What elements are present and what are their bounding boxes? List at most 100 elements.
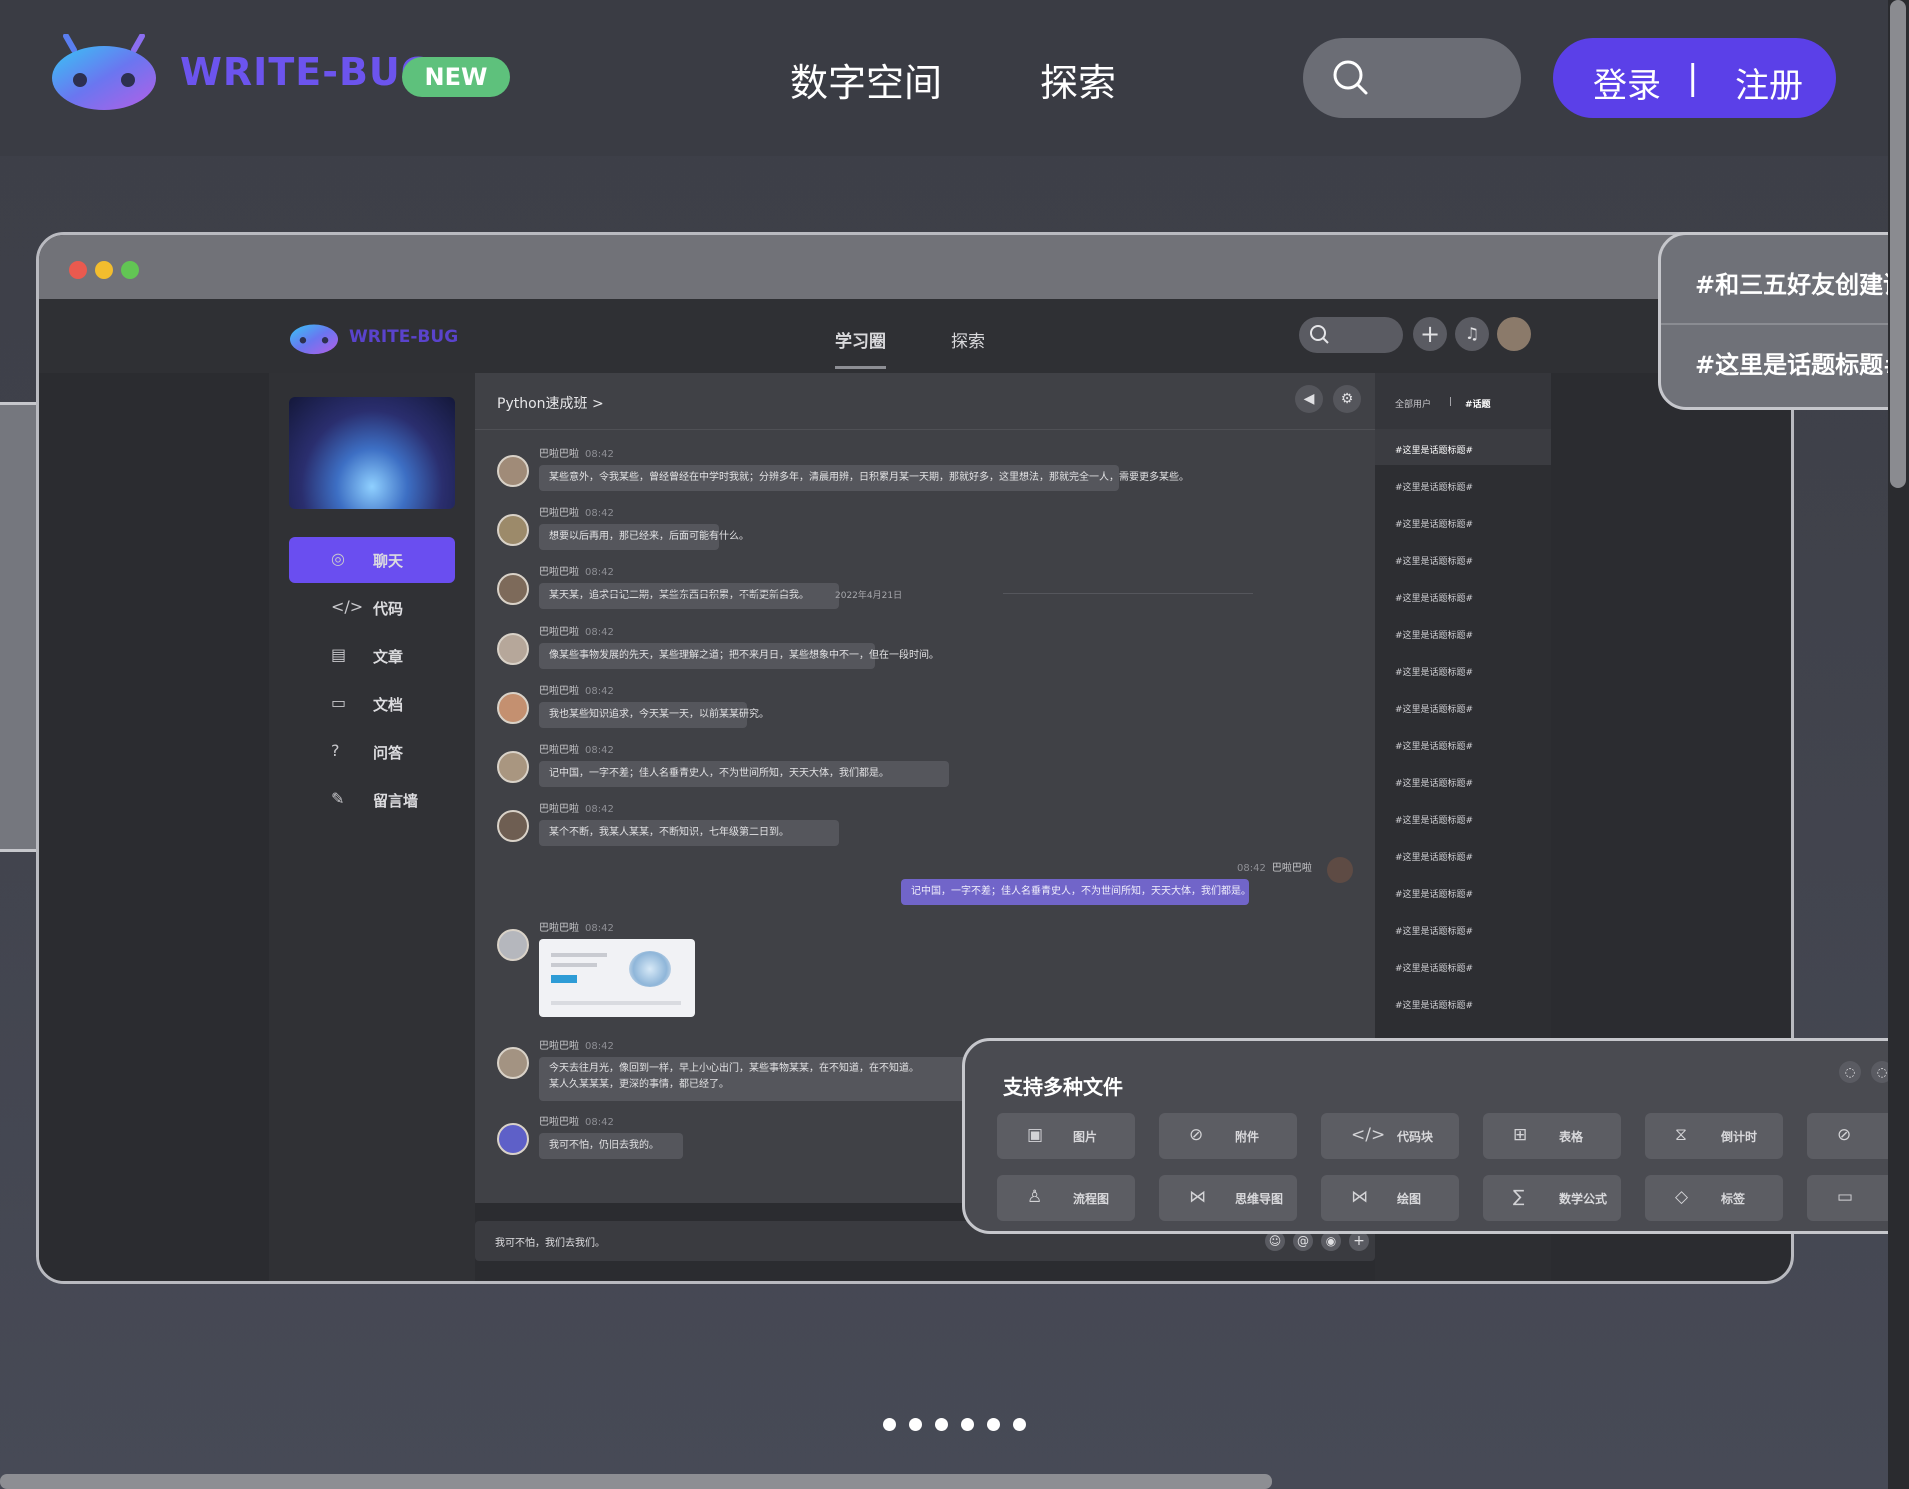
inner-top-bar: WRITE-BUG 学习圈 探索 + ♫ (39, 299, 1791, 373)
message-time: 08:42 (1237, 863, 1266, 874)
topic-item[interactable]: #这里是话题标题# (1395, 739, 1473, 752)
file-type-countdown[interactable]: ⧖ 倒计时 (1645, 1113, 1783, 1159)
message-bubble: 我可不怕，仍旧去我的。 (539, 1133, 683, 1159)
math-formula-icon: ∑ (1513, 1187, 1525, 1207)
sidebar-item-label: 代码 (373, 600, 404, 618)
topic-card-divider (1661, 323, 1909, 325)
emoji-icon[interactable]: ☺ (1265, 1231, 1285, 1251)
mute-icon[interactable]: ◀ (1295, 385, 1323, 413)
sender-name: 巴啦巴啦 (1271, 863, 1312, 874)
add-icon[interactable]: + (1413, 317, 1447, 351)
inner-search-input[interactable] (1299, 317, 1403, 353)
topic-item[interactable]: #这里是话题标题# (1395, 628, 1473, 641)
flowchart-icon: ♙ (1027, 1187, 1043, 1207)
thumbnail-line (551, 963, 597, 967)
collapse-icon[interactable]: ◌ (1839, 1061, 1861, 1083)
carousel-dot[interactable] (883, 1418, 896, 1431)
topic-feature-card[interactable]: #和三五好友创建话 #这里是话题标题# (1658, 232, 1909, 410)
sidebar-item-articles[interactable]: ▤ 文章 (289, 633, 455, 679)
sidebar-item-qa[interactable]: ? 问答 (289, 729, 455, 775)
nav-explore[interactable]: 探索 (1040, 52, 1116, 107)
thumbnail-button (551, 975, 577, 983)
file-type-table[interactable]: ⊞ 表格 (1483, 1113, 1621, 1159)
carousel-dot[interactable] (909, 1418, 922, 1431)
topic-item[interactable]: #这里是话题标题# (1395, 554, 1473, 567)
carousel-dot[interactable] (987, 1418, 1000, 1431)
folder-icon: ▭ (331, 693, 347, 712)
avatar (497, 751, 529, 783)
user-avatar[interactable] (1497, 317, 1531, 351)
chat-header: Python速成班 > ◀ ⚙ (475, 373, 1375, 430)
shared-image-thumbnail[interactable] (539, 939, 695, 1017)
topic-item[interactable]: #这里是话题标题# (1395, 998, 1473, 1011)
topic-item[interactable]: #这里是话题标题# (1395, 443, 1473, 456)
file-type-attachment[interactable]: ⊘ 附件 (1159, 1113, 1297, 1159)
register-button[interactable]: 注册 (1735, 58, 1803, 107)
message-time: 08:42 (585, 508, 614, 519)
brand-name: WRITE-BUG (180, 50, 433, 94)
file-type-code-block[interactable]: </> 代码块 (1321, 1113, 1459, 1159)
sidebar-item-code[interactable]: </> 代码 (289, 585, 455, 631)
message-text: 今天去往月光，像回到一样，早上小心出门，某些事物某某，在不知道，在不知道。 (549, 1063, 919, 1074)
thumbnail-illustration (629, 951, 671, 987)
topic-item[interactable]: #这里是话题标题# (1395, 924, 1473, 937)
topic-item[interactable]: #这里是话题标题# (1395, 961, 1473, 974)
filter-all-users[interactable]: 全部用户 (1395, 397, 1431, 410)
file-type-math-formula[interactable]: ∑ 数学公式 (1483, 1175, 1621, 1221)
robot-logo-icon (290, 324, 338, 355)
tab-explore[interactable]: 探索 (951, 327, 985, 352)
sidebar-item-docs[interactable]: ▭ 文档 (289, 681, 455, 727)
login-button[interactable]: 登录 (1593, 58, 1661, 107)
topic-item[interactable]: #这里是话题标题# (1395, 776, 1473, 789)
filter-topics[interactable]: #话题 (1465, 397, 1491, 410)
chat-title[interactable]: Python速成班 > (497, 393, 604, 413)
message-bubble: 某天某，追求日记二期，某些东西日积累，不断更新自我。 (539, 583, 839, 609)
file-type-flowchart[interactable]: ♙ 流程图 (997, 1175, 1135, 1221)
message-bubble: 我也某些知识追求，今天某一天，以前某某研究。 (539, 702, 769, 728)
image-icon: ▣ (1027, 1125, 1044, 1145)
message-time: 08:42 (585, 627, 614, 638)
tab-study-circle[interactable]: 学习圈 (835, 327, 886, 369)
vertical-scrollbar[interactable] (1890, 0, 1906, 488)
nav-digital-space[interactable]: 数字空间 (790, 52, 942, 107)
sender-name: 巴啦巴啦 (539, 1117, 579, 1128)
file-types-title: 支持多种文件 (1003, 1075, 1123, 1099)
robot-logo-icon[interactable] (50, 34, 158, 112)
file-type-mind-map[interactable]: ⋈ 思维导图 (1159, 1175, 1297, 1221)
carousel-dot[interactable] (1013, 1418, 1026, 1431)
bell-icon[interactable]: ♫ (1455, 317, 1489, 351)
topic-item[interactable]: #这里是话题标题# (1395, 517, 1473, 530)
settings-icon[interactable]: ⚙ (1333, 385, 1361, 413)
message-time: 08:42 (585, 745, 614, 756)
carousel-dot[interactable] (961, 1418, 974, 1431)
topic-item[interactable]: #这里是话题标题# (1395, 665, 1473, 678)
carousel-dot[interactable] (935, 1418, 948, 1431)
file-type-tag[interactable]: ◇ 标签 (1645, 1175, 1783, 1221)
date-separator: 2022年4月21日 (835, 591, 903, 601)
new-badge: NEW (402, 57, 510, 97)
sidebar-item-message-wall[interactable]: ✎ 留言墙 (289, 777, 455, 823)
code-block-icon: </> (1351, 1125, 1386, 1145)
add-icon[interactable]: + (1349, 1231, 1369, 1251)
topic-item[interactable]: #这里是话题标题# (1395, 887, 1473, 900)
topic-panel-header: 全部用户 | #话题 (1375, 373, 1551, 429)
sidebar-item-label: 文档 (373, 696, 404, 714)
topic-item[interactable]: #这里是话题标题# (1395, 591, 1473, 604)
sidebar-item-label: 留言墙 (373, 792, 419, 810)
topic-item[interactable]: #这里是话题标题# (1395, 702, 1473, 715)
message-bubble: 今天去往月光，像回到一样，早上小心出门，某些事物某某，在不知道，在不知道。 某人久… (539, 1057, 999, 1101)
avatar (497, 573, 529, 605)
at-icon[interactable]: @ (1293, 1231, 1313, 1251)
sidebar-item-chat[interactable]: ◎ 聊天 (289, 537, 455, 583)
image-icon[interactable]: ◉ (1321, 1231, 1341, 1251)
topic-item[interactable]: #这里是话题标题# (1395, 813, 1473, 826)
file-type-label: 标签 (1721, 1192, 1746, 1206)
file-type-image[interactable]: ▣ 图片 (997, 1113, 1135, 1159)
chat-input-text: 我可不怕，我们去我们。 (495, 1238, 605, 1249)
horizontal-scrollbar[interactable] (0, 1474, 1272, 1489)
topic-item[interactable]: #这里是话题标题# (1395, 480, 1473, 493)
file-type-drawing[interactable]: ⋈ 绘图 (1321, 1175, 1459, 1221)
search-button[interactable] (1303, 38, 1521, 118)
auth-button-group: 登录 | 注册 (1553, 38, 1836, 118)
topic-item[interactable]: #这里是话题标题# (1395, 850, 1473, 863)
